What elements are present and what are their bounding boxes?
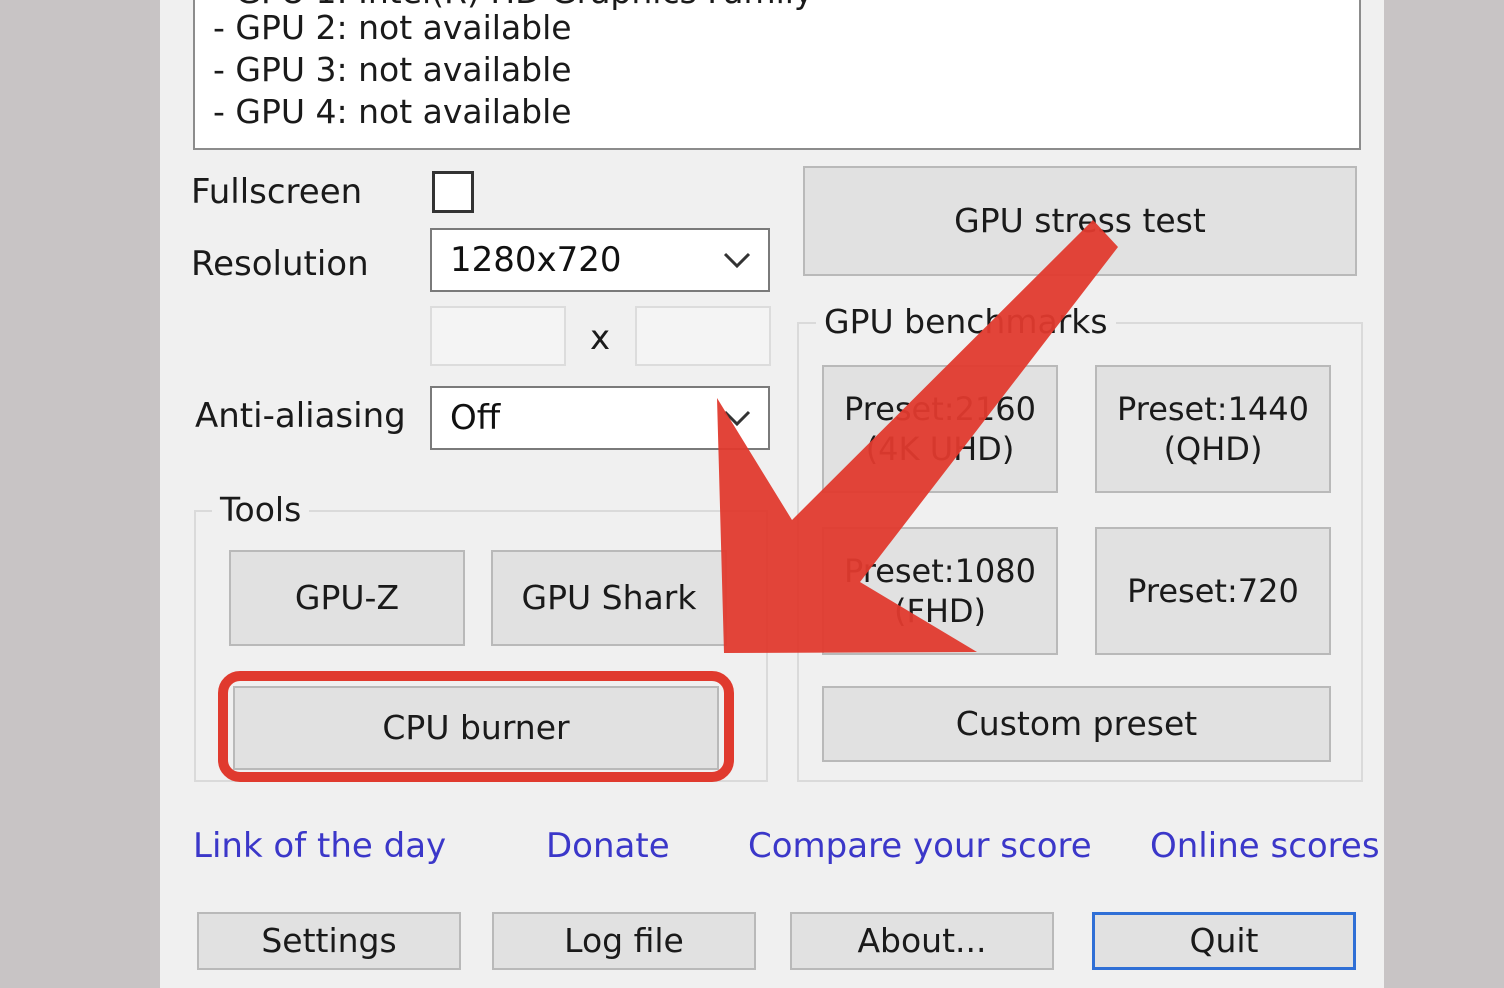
link-of-the-day[interactable]: Link of the day	[193, 826, 446, 866]
gpu-benchmarks-group-title: GPU benchmarks	[816, 302, 1116, 341]
antialiasing-select[interactable]: Off	[430, 386, 770, 450]
tools-group-title: Tools	[212, 490, 310, 529]
donate-link[interactable]: Donate	[546, 826, 670, 866]
chevron-down-icon	[723, 252, 751, 269]
resolution-x-separator: x	[590, 318, 611, 358]
preset-1440-button[interactable]: Preset:1440 (QHD)	[1095, 365, 1331, 493]
settings-button[interactable]: Settings	[197, 912, 461, 970]
resolution-select[interactable]: 1280x720	[430, 228, 770, 292]
gpu-z-button[interactable]: GPU-Z	[229, 550, 465, 646]
chevron-down-icon	[723, 410, 751, 427]
preset-720-button[interactable]: Preset:720	[1095, 527, 1331, 655]
resolution-value: 1280x720	[450, 240, 622, 280]
custom-height-input[interactable]	[635, 306, 771, 366]
resolution-label: Resolution	[191, 244, 369, 284]
quit-button[interactable]: Quit	[1092, 912, 1356, 970]
gpu-3-line: - GPU 3: not available	[213, 50, 572, 89]
log-file-button[interactable]: Log file	[492, 912, 756, 970]
online-scores-link[interactable]: Online scores	[1150, 826, 1380, 866]
about-button[interactable]: About...	[790, 912, 1054, 970]
custom-preset-button[interactable]: Custom preset	[822, 686, 1331, 762]
furmark-window: - GPU 1: Intel(R) HD Graphics Family - G…	[160, 0, 1384, 988]
compare-score-link[interactable]: Compare your score	[748, 826, 1092, 866]
gpu-4-line: - GPU 4: not available	[213, 92, 572, 131]
preset-1080-button[interactable]: Preset:1080 (FHD)	[822, 527, 1058, 655]
gpu-stress-test-button[interactable]: GPU stress test	[803, 166, 1357, 276]
antialiasing-label: Anti-aliasing	[195, 396, 406, 436]
fullscreen-checkbox[interactable]	[432, 171, 474, 213]
custom-width-input[interactable]	[430, 306, 566, 366]
gpu-2-line: - GPU 2: not available	[213, 8, 572, 47]
antialiasing-value: Off	[450, 398, 501, 438]
annotation-highlight-box	[218, 671, 734, 782]
gpu-info-box: - GPU 1: Intel(R) HD Graphics Family - G…	[193, 0, 1361, 150]
fullscreen-label: Fullscreen	[191, 172, 363, 212]
gpu-shark-button[interactable]: GPU Shark	[491, 550, 727, 646]
preset-2160-button[interactable]: Preset:2160 (4K UHD)	[822, 365, 1058, 493]
